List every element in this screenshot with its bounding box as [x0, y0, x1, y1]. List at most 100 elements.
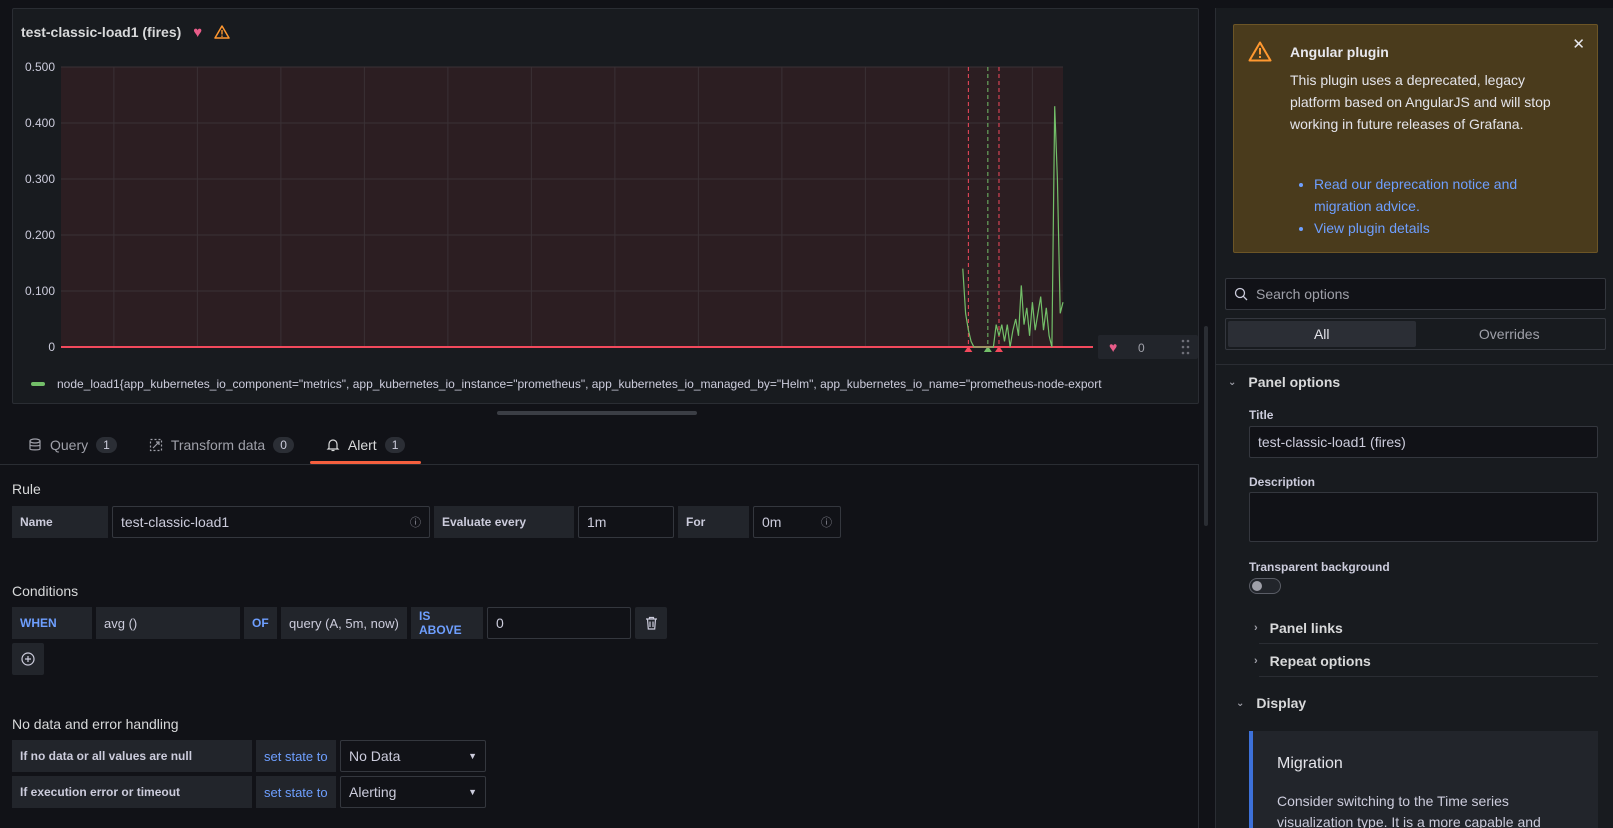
- legend-label: node_load1{app_kubernetes_io_component="…: [57, 377, 1102, 391]
- migration-text: Consider switching to the Time series vi…: [1277, 793, 1541, 828]
- description-textarea[interactable]: [1249, 492, 1598, 542]
- threshold-handle-value: 0: [1138, 341, 1145, 355]
- search-icon: [1234, 287, 1248, 301]
- trash-icon: [645, 616, 657, 630]
- toggle-knob: [1252, 581, 1262, 591]
- tab-query[interactable]: Query 1: [12, 428, 133, 462]
- threshold-input[interactable]: 0: [487, 607, 631, 639]
- error-state-select[interactable]: Alerting ▼: [340, 776, 486, 808]
- broken-heart-icon[interactable]: ♥: [193, 24, 202, 41]
- alert-threshold-region: [61, 67, 1063, 347]
- editor-tabs: Query 1 Transform data 0 Alert 1: [12, 428, 422, 464]
- title-value: test-classic-load1 (fires): [1258, 434, 1406, 450]
- chevron-right-icon: ›: [1254, 655, 1258, 667]
- nodata-section-title: No data and error handling: [12, 716, 179, 732]
- nodata-label: If no data or all values are null: [12, 740, 252, 772]
- reducer-select[interactable]: avg (): [96, 607, 240, 639]
- transparent-background-toggle[interactable]: [1249, 578, 1281, 594]
- seg-overrides[interactable]: Overrides: [1416, 321, 1604, 347]
- info-icon[interactable]: ⓘ: [410, 514, 421, 530]
- evaluate-every-value: 1m: [587, 514, 607, 530]
- error-label: If execution error or timeout: [12, 776, 252, 808]
- nodata-row: If no data or all values are null set st…: [12, 740, 486, 772]
- title-label: Title: [1249, 408, 1274, 422]
- threshold-value: 0: [496, 615, 504, 631]
- error-row: If execution error or timeout set state …: [12, 776, 486, 808]
- chevron-right-icon: ›: [1254, 622, 1258, 634]
- tab-label: Alert: [347, 437, 377, 453]
- legend-swatch: [31, 382, 45, 386]
- y-tick-label: 0.400: [25, 116, 55, 130]
- for-input[interactable]: 0m ⓘ: [753, 506, 841, 538]
- chevron-down-icon: ⌄: [1228, 376, 1237, 388]
- y-tick-label: 0: [48, 340, 55, 354]
- of-keyword: OF: [244, 607, 277, 639]
- tab-label: Query: [50, 437, 89, 453]
- search-options-input[interactable]: Search options: [1225, 278, 1606, 310]
- query-select[interactable]: query (A, 5m, now): [281, 607, 407, 639]
- tab-alert[interactable]: Alert 1: [309, 428, 422, 464]
- angular-alert-title: Angular plugin: [1290, 44, 1389, 60]
- title-input[interactable]: test-classic-load1 (fires): [1249, 426, 1598, 458]
- panel-links-label: Panel links: [1269, 620, 1343, 636]
- separator: [1259, 676, 1598, 677]
- add-condition-button[interactable]: [12, 643, 44, 675]
- nodata-state-select[interactable]: No Data ▼: [340, 740, 486, 772]
- evaluate-every-input[interactable]: 1m: [578, 506, 674, 538]
- name-label: Name: [12, 506, 108, 538]
- close-icon[interactable]: ✕: [1572, 35, 1585, 53]
- tab-count: 1: [384, 437, 406, 453]
- grafana-panel-editor: test-classic-load1 (fires) ♥ 0.500 0.400 0…: [0, 0, 1613, 828]
- drag-handle-dot: [1186, 345, 1190, 349]
- angular-deprecation-alert: Angular plugin This plugin uses a deprec…: [1233, 24, 1598, 253]
- set-state-label: set state to: [256, 740, 336, 772]
- caret-down-icon: ▼: [468, 787, 477, 797]
- set-state-label: set state to: [256, 776, 336, 808]
- drag-handle-dot: [1181, 339, 1185, 343]
- seg-all[interactable]: All: [1228, 321, 1416, 347]
- conditions-section-title: Conditions: [12, 583, 79, 599]
- caret-down-icon: ▼: [468, 751, 477, 761]
- repeat-options-header[interactable]: › Repeat options: [1254, 653, 1371, 669]
- repeat-options-label: Repeat options: [1269, 653, 1371, 669]
- database-icon: [29, 438, 41, 451]
- panel-links-header[interactable]: › Panel links: [1254, 620, 1343, 636]
- vertical-resize-handle[interactable]: [1204, 326, 1208, 526]
- tab-transform-data[interactable]: Transform data 0: [133, 428, 310, 462]
- panel-options-label: Panel options: [1248, 374, 1341, 390]
- search-placeholder: Search options: [1256, 286, 1350, 302]
- options-sidebar: Angular plugin This plugin uses a deprec…: [1215, 8, 1613, 828]
- description-label: Description: [1249, 475, 1316, 489]
- tab-count: 1: [96, 437, 117, 453]
- drag-handle-dot: [1181, 351, 1185, 355]
- tab-count: 0: [273, 437, 294, 453]
- rule-name-input[interactable]: test-classic-load1 ⓘ: [112, 506, 430, 538]
- y-tick-label: 0.500: [25, 60, 55, 74]
- y-tick-label: 0.200: [25, 228, 55, 242]
- separator: [1259, 643, 1598, 644]
- graph-chart[interactable]: 0.5000.4000.3000.2000.100012:0012:3013:0…: [13, 49, 1198, 359]
- display-label: Display: [1256, 695, 1307, 711]
- display-header[interactable]: ⌄ Display: [1236, 695, 1306, 711]
- evaluator-select[interactable]: IS ABOVE: [411, 607, 483, 639]
- horizontal-resize-handle[interactable]: [497, 411, 697, 415]
- deprecation-notice-link[interactable]: Read our deprecation notice and migratio…: [1314, 173, 1574, 217]
- bell-icon: [326, 439, 340, 452]
- panel-header: test-classic-load1 (fires) ♥: [21, 17, 230, 47]
- panel-title: test-classic-load1 (fires): [21, 24, 182, 40]
- panel-options-header[interactable]: ⌄ Panel options: [1228, 374, 1340, 390]
- error-state-value: Alerting: [349, 784, 397, 800]
- legend[interactable]: node_load1{app_kubernetes_io_component="…: [31, 377, 1196, 391]
- chevron-down-icon: ⌄: [1236, 697, 1245, 709]
- rule-name-value: test-classic-load1: [121, 514, 230, 530]
- warning-icon: [1248, 41, 1272, 65]
- for-value: 0m: [762, 514, 782, 530]
- options-view-toggle: All Overrides: [1225, 318, 1606, 350]
- warning-icon[interactable]: [214, 25, 230, 39]
- delete-condition-button[interactable]: [635, 607, 667, 639]
- view-plugin-details-link[interactable]: View plugin details: [1314, 217, 1574, 239]
- angular-links: Read our deprecation notice and migratio…: [1314, 173, 1574, 239]
- drag-handle-dot: [1181, 345, 1185, 349]
- graph-panel: test-classic-load1 (fires) ♥ 0.500 0.400 0…: [12, 8, 1199, 404]
- info-icon[interactable]: ⓘ: [821, 514, 832, 530]
